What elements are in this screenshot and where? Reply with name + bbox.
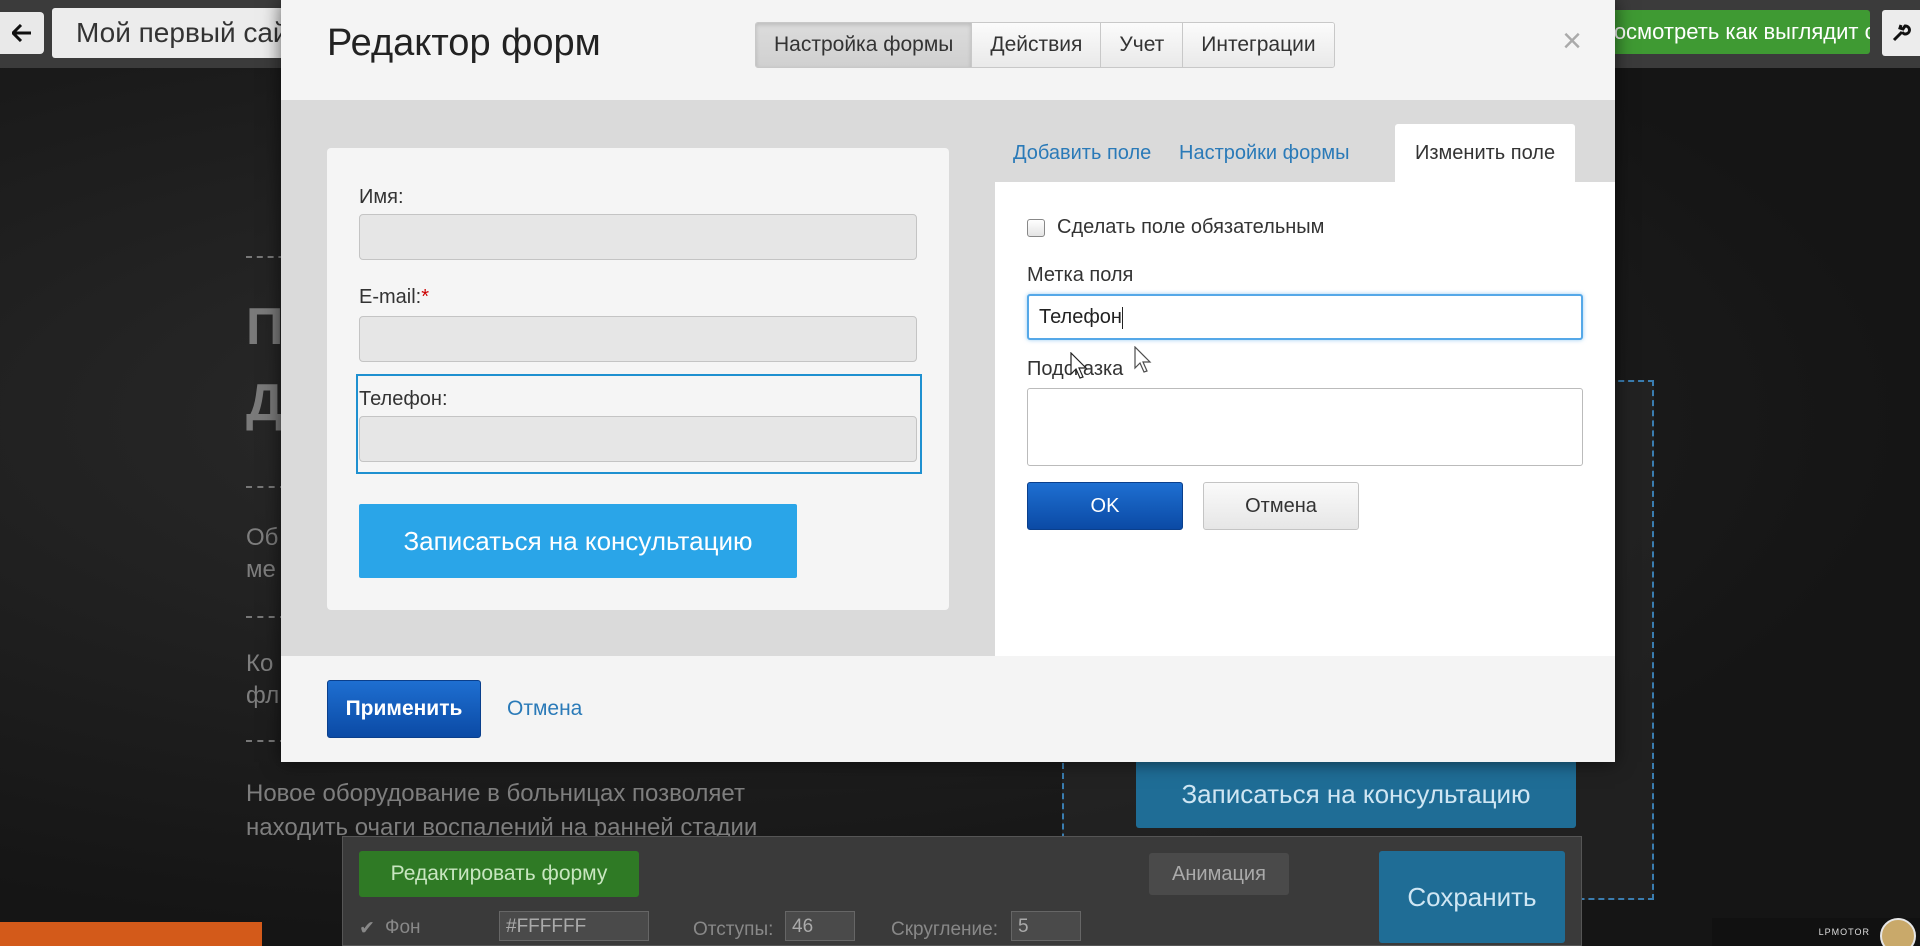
tab-edit-field[interactable]: Изменить поле	[1395, 124, 1576, 182]
bg-text-line: ме	[246, 556, 276, 583]
field-label-value: Телефон	[1039, 306, 1122, 328]
required-checkbox-label: Сделать поле обязательным	[1057, 216, 1325, 238]
padding-input[interactable]: 46	[785, 911, 855, 941]
tab-integrations[interactable]: Интеграции	[1183, 23, 1334, 67]
bg-text-line: Ко	[246, 650, 274, 677]
bg-text-line: Об	[246, 524, 279, 551]
ok-button[interactable]: OK	[1027, 482, 1183, 530]
phone-field-input[interactable]	[359, 416, 917, 462]
modal-header: Редактор форм Настройка формы Действия У…	[281, 0, 1615, 100]
field-label-input[interactable]: Телефон	[1027, 294, 1583, 340]
phone-field-label: Телефон:	[359, 388, 448, 410]
field-editor-tabs: Добавить поле Настройки формы Изменить п…	[995, 100, 1615, 182]
modal-tabs: Настройка формы Действия Учет Интеграции	[755, 22, 1335, 68]
bg-label: Фон	[385, 917, 421, 938]
wrench-icon	[1892, 24, 1911, 42]
email-field-input[interactable]	[359, 316, 917, 362]
required-checkbox[interactable]	[1027, 218, 1045, 237]
dashed-divider	[246, 740, 286, 742]
hint-textarea[interactable]	[1027, 388, 1583, 466]
bg-text-line: Новое оборудование в больницах позволяет	[246, 780, 745, 807]
cancel-button[interactable]: Отмена	[1203, 482, 1359, 530]
avatar[interactable]	[1880, 918, 1916, 946]
save-button[interactable]: Сохранить	[1379, 851, 1565, 943]
name-field-label: Имя:	[359, 186, 404, 208]
bg-cta-button[interactable]: Записаться на консультацию	[1136, 760, 1576, 828]
panel-style-row: ✔ Фон #FFFFFF Отступы: 46 Скругление: 5	[359, 911, 1359, 946]
edit-form-button[interactable]: Редактировать форму	[359, 851, 639, 897]
orange-strip	[0, 922, 262, 946]
apply-button[interactable]: Применить	[327, 680, 481, 738]
preview-site-button[interactable]: Посмотреть как выглядит сайт	[1580, 10, 1870, 54]
tab-form-settings[interactable]: Настройка формы	[756, 23, 973, 67]
tab-accounting[interactable]: Учет	[1101, 23, 1184, 67]
field-label-title: Метка поля	[1027, 264, 1134, 286]
tab-actions[interactable]: Действия	[972, 23, 1102, 67]
mouse-cursor-icon	[1134, 346, 1152, 373]
check-icon[interactable]: ✔	[359, 917, 375, 940]
back-button[interactable]	[0, 12, 44, 54]
padding-label: Отступы:	[693, 919, 774, 940]
footer-cancel-link[interactable]: Отмена	[507, 680, 582, 738]
mouse-cursor-icon	[1070, 352, 1088, 379]
arrow-left-icon	[12, 24, 31, 42]
preview-submit-button[interactable]: Записаться на консультацию	[359, 504, 797, 578]
name-field-input[interactable]	[359, 214, 917, 260]
block-settings-panel: Редактировать форму Анимация Сохранить ✔…	[342, 836, 1582, 946]
rounding-input[interactable]: 5	[1011, 911, 1081, 941]
email-field-label: E-mail:*	[359, 286, 429, 309]
rounding-label: Скругление:	[891, 919, 999, 940]
email-label-text: E-mail:	[359, 286, 422, 308]
edit-field-panel: Сделать поле обязательным Метка поля Тел…	[995, 182, 1615, 656]
required-row: Сделать поле обязательным	[1027, 216, 1324, 239]
modal-footer: Применить Отмена	[281, 656, 1615, 762]
dashed-divider	[246, 486, 286, 488]
settings-button[interactable]	[1882, 10, 1920, 56]
required-mark: *	[421, 286, 430, 308]
dashed-divider	[246, 616, 286, 618]
site-name[interactable]: Мой первый сайт	[52, 8, 302, 58]
tab-add-field[interactable]: Добавить поле	[1013, 124, 1151, 182]
animation-button[interactable]: Анимация	[1149, 853, 1289, 895]
form-editor-modal: Редактор форм Настройка формы Действия У…	[281, 0, 1615, 762]
form-preview-area: Имя: E-mail:* Телефон: Записаться на кон…	[281, 100, 995, 656]
text-caret	[1121, 306, 1123, 329]
modal-title: Редактор форм	[327, 22, 601, 64]
bg-text-line: фл	[246, 682, 280, 709]
close-icon[interactable]: ×	[1557, 24, 1587, 58]
bg-heading-line-2: Д	[246, 374, 284, 432]
tab-form-options[interactable]: Настройки формы	[1179, 124, 1349, 182]
form-preview-card: Имя: E-mail:* Телефон: Записаться на кон…	[327, 148, 949, 610]
bg-heading-line-1: П	[246, 298, 284, 356]
bg-color-input[interactable]: #FFFFFF	[499, 911, 649, 941]
